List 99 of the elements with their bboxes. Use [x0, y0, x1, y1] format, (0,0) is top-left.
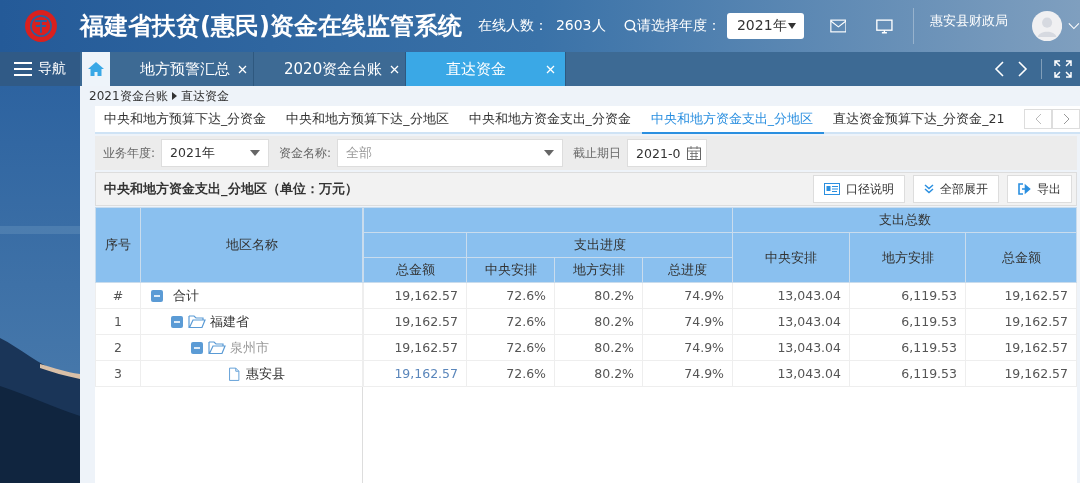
sub-tab[interactable]: 直达资金预算下达_分资金_21 [824, 106, 1016, 134]
year-select[interactable]: 2021年 [726, 13, 804, 39]
table-cell: 80.2% [554, 334, 643, 361]
date-field[interactable]: 2021-0 [627, 139, 708, 167]
avatar-icon[interactable] [1032, 8, 1063, 44]
mail-icon[interactable] [829, 17, 847, 35]
column-header: 总金额 [363, 257, 467, 283]
fullscreen-icon[interactable] [1054, 60, 1072, 78]
region-name[interactable]: 福建省 [210, 312, 249, 331]
column-header: 序号 [95, 207, 141, 283]
table-cell: 1 [95, 308, 141, 335]
app-title: 福建省扶贫(惠民)资金在线监管系统 [79, 11, 462, 42]
collapse-icon[interactable] [151, 289, 163, 302]
search-icon [623, 18, 637, 34]
fund-label: 资金名称: [279, 144, 332, 162]
table-cell: 19,162.57 [363, 308, 467, 335]
column-group-header: 支出进度 [466, 232, 733, 258]
column-header: 地方安排 [849, 232, 966, 283]
breadcrumb-link[interactable]: 2021资金台账 [89, 87, 168, 105]
chevron-down-icon[interactable] [1068, 21, 1080, 31]
table-cell: 13,043.04 [732, 334, 850, 361]
table-cell: 19,162.57 [363, 282, 467, 309]
table-cell: 80.2% [554, 308, 643, 335]
amount-link[interactable]: 19,162.57 [363, 360, 467, 387]
export-button[interactable]: 导出 [1007, 175, 1073, 203]
table-cell: 19,162.57 [965, 334, 1077, 361]
column-header: 地区名称 [140, 207, 363, 283]
home-icon [87, 61, 105, 77]
home-tab[interactable] [82, 52, 110, 86]
double-chevron-icon [924, 184, 935, 194]
collapse-icon[interactable] [171, 315, 183, 328]
table-cell: 80.2% [554, 282, 643, 309]
caret-icon [250, 150, 261, 156]
close-icon[interactable] [238, 64, 247, 74]
table-cell: 19,162.57 [965, 360, 1077, 387]
table-cell: 80.2% [554, 360, 643, 387]
panel-title: 中央和地方资金支出_分地区（单位：万元） [104, 180, 358, 198]
calendar-icon[interactable] [687, 146, 702, 160]
region-name[interactable]: 合计 [173, 286, 199, 305]
column-header: 中央安排 [732, 232, 850, 283]
table-cell: 3 [95, 360, 141, 387]
close-icon[interactable] [390, 64, 400, 74]
folder-icon [208, 340, 226, 355]
table-cell: 74.9% [642, 308, 733, 335]
table-cell: 13,043.04 [732, 308, 850, 335]
caret-icon [787, 23, 796, 29]
table-cell: 72.6% [466, 360, 555, 387]
scroll-left-button[interactable] [993, 60, 1005, 78]
table-cell: 72.6% [466, 282, 555, 309]
table-cell: 2 [95, 334, 141, 361]
column-header: 总金额 [965, 232, 1077, 283]
online-label: 在线人数： [477, 17, 548, 35]
column-group-header: 支出总数 [732, 207, 1077, 233]
close-icon[interactable] [546, 64, 556, 74]
table-cell: 19,162.57 [965, 282, 1077, 309]
sub-tab[interactable]: 中央和地方资金支出_分地区 [641, 106, 824, 134]
table-cell: 6,119.53 [849, 360, 966, 387]
folder-icon [188, 314, 206, 329]
column-header: 总进度 [642, 257, 733, 283]
expand-button[interactable]: 全部展开 [913, 175, 1000, 203]
table-cell: 72.6% [466, 334, 555, 361]
table-cell: # [95, 282, 141, 309]
collapse-icon[interactable] [191, 341, 203, 354]
nav-button[interactable]: 导航 [0, 52, 80, 86]
region-name[interactable]: 惠安县 [246, 364, 285, 383]
breadcrumb-current: 直达资金 [180, 87, 229, 105]
export-icon [1018, 183, 1032, 195]
user-name: 惠安县财政局 [930, 12, 1009, 30]
sub-tab[interactable]: 中央和地方预算下达_分地区 [277, 106, 460, 134]
table-cell: 13,043.04 [732, 282, 850, 309]
table-cell: 6,119.53 [849, 308, 966, 335]
caret-icon [544, 150, 555, 156]
file-icon [228, 365, 242, 382]
online-count: 2603人 [555, 17, 606, 35]
sub-tab[interactable]: 中央和地方预算下达_分资金 [95, 106, 278, 134]
table-cell: 19,162.57 [363, 334, 467, 361]
menu-icon [14, 62, 32, 76]
table-cell: 6,119.53 [849, 334, 966, 361]
monitor-icon[interactable] [876, 17, 894, 35]
table-cell: 19,162.57 [965, 308, 1077, 335]
caret-right-icon [171, 92, 177, 100]
card-icon [824, 183, 841, 195]
chevron-right-icon [1062, 113, 1070, 125]
table-cell: 74.9% [642, 334, 733, 361]
table-cell: 72.6% [466, 308, 555, 335]
sub-tab[interactable]: 中央和地方资金支出_分资金 [459, 106, 642, 134]
year-label: 请选择年度： [636, 17, 721, 35]
chevron-left-icon [1034, 113, 1042, 125]
column-header: 中央安排 [466, 257, 555, 283]
year-label: 业务年度: [103, 144, 156, 162]
table-cell: 74.9% [642, 360, 733, 387]
scroll-right-button[interactable] [1017, 60, 1029, 78]
info-button[interactable]: 口径说明 [813, 175, 906, 203]
table-cell: 13,043.04 [732, 360, 850, 387]
column-header: 地方安排 [554, 257, 643, 283]
table-cell: 6,119.53 [849, 282, 966, 309]
date-label: 截止期日 [573, 144, 622, 162]
year-select[interactable]: 2021年 [161, 139, 270, 167]
table-cell: 74.9% [642, 282, 733, 309]
